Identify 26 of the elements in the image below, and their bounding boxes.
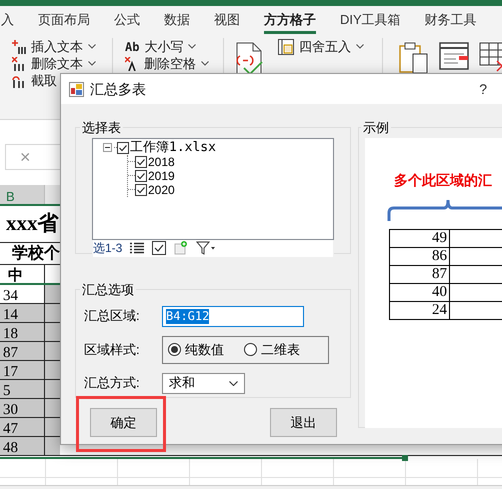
sheet-title: xxx省	[6, 210, 58, 238]
table-cell: 49	[390, 229, 450, 247]
case-icon: Ab	[125, 38, 140, 56]
table-cell: 87	[390, 265, 450, 283]
table-cell: 86	[390, 247, 450, 265]
field-label: 区域样式:	[84, 340, 141, 359]
table-cell: 87	[0, 342, 45, 360]
table-cell: 48	[0, 437, 45, 455]
table-cell: 47	[0, 418, 45, 436]
caption-text: 多个此区域的汇	[393, 170, 493, 190]
window-title: 汇总多表	[90, 80, 146, 98]
field-label: 汇总区域:	[84, 307, 141, 326]
table-cell: 40	[390, 283, 450, 301]
table-cell: 17	[0, 361, 45, 379]
table-cell: 5	[0, 380, 45, 398]
group-title: 汇总选项	[81, 281, 135, 299]
table-cell: 30	[0, 399, 45, 417]
group-title: 选择表	[81, 119, 122, 137]
table-cell: 18	[0, 323, 45, 341]
group-title: 示例	[362, 119, 390, 137]
table-cell: 14	[0, 304, 45, 322]
table-cell: 24	[390, 301, 450, 319]
range-label: 选1-3	[93, 240, 122, 256]
field-label: 汇总方式:	[84, 374, 141, 392]
table-cell-text: 学校个	[12, 244, 60, 264]
table-cell: 中	[0, 265, 45, 283]
